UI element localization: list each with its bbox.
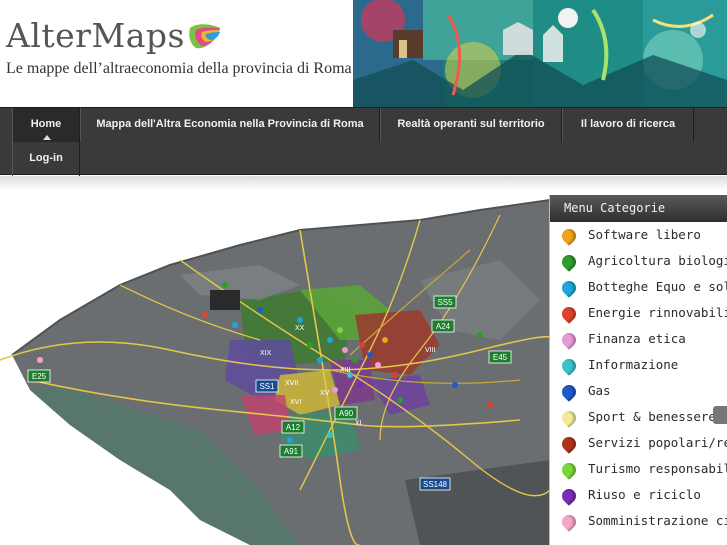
district-label: XVI (290, 399, 301, 406)
road-label: SS1 (255, 379, 279, 393)
district-label: XIX (260, 350, 272, 357)
district-label: XIII (340, 367, 351, 374)
nav-item-lavoro-ricerca[interactable]: Il lavoro di ricerca (562, 108, 694, 142)
nav-shadow (0, 176, 727, 190)
district-label: XI (355, 420, 362, 427)
nav-label: Realtà operanti sul territorio (397, 118, 545, 130)
map-pin-icon (559, 434, 579, 454)
nav-label: Il lavoro di ricerca (580, 118, 676, 130)
nav-item-mappa[interactable]: Mappa dell'Altra Economia nella Provinci… (80, 108, 380, 142)
road-label-text: SS148 (423, 480, 448, 489)
category-menu-title: Menu Categorie (550, 195, 727, 222)
category-list: Software libero Agricoltura biologic Botte… (550, 222, 727, 534)
category-item[interactable]: Finanza etica (550, 326, 727, 352)
active-indicator-icon (43, 135, 51, 140)
category-item[interactable]: Agricoltura biologic (550, 248, 727, 274)
category-label: Finanza etica (588, 331, 686, 346)
nav-item-login[interactable]: Log-in (12, 142, 80, 176)
logo-leaf-icon (189, 24, 220, 49)
nav-label: Mappa dell'Altra Economia nella Provinci… (96, 118, 364, 130)
road-label: A91 (279, 444, 303, 458)
map-pin-icon (559, 408, 579, 428)
nav-item-home[interactable]: Home (12, 108, 80, 142)
menu-scroll-handle[interactable] (713, 406, 727, 424)
map-pin-icon (559, 278, 579, 298)
main-navigation: Home Mappa dell'Altra Economia nella Pro… (0, 107, 727, 176)
category-item[interactable]: Software libero (550, 222, 727, 248)
road-label-text: E25 (32, 372, 47, 381)
category-label: Energie rinnovabili (588, 305, 727, 320)
map-pin-icon (559, 460, 579, 480)
road-label-text: E45 (493, 353, 508, 362)
map-pin-icon (559, 330, 579, 350)
map-pin-icon (559, 486, 579, 506)
category-label: Software libero (588, 227, 701, 242)
road-label-text: A12 (286, 423, 301, 432)
site-tagline: Le mappe dell’altraeconomia della provin… (6, 60, 352, 77)
nav-label: Home (30, 118, 62, 130)
category-item[interactable]: Informazione (550, 352, 727, 378)
category-item[interactable]: Servizi popolari/rea (550, 430, 727, 456)
category-label: Agricoltura biologic (588, 253, 727, 268)
district-label: VIII (425, 347, 436, 354)
category-item[interactable]: Somministrazione ci (550, 508, 727, 534)
category-label: Servizi popolari/rea (588, 435, 727, 450)
road-label-text: SS5 (437, 298, 453, 307)
category-label: Informazione (588, 357, 679, 372)
road-label: A24 (431, 319, 455, 333)
category-label: Riuso e riciclo (588, 487, 701, 502)
map-pin-icon (559, 304, 579, 324)
category-menu: Menu Categorie Software libero Agricoltur… (549, 195, 727, 545)
map-pin-icon (559, 382, 579, 402)
category-item[interactable]: Gas (550, 378, 727, 404)
province-map[interactable]: SS5 A24 E45 E25 SS1 A90 A12 A91 SS148 XX… (0, 190, 550, 545)
map-pin-icon (559, 356, 579, 376)
category-label: Turismo responsabil (588, 461, 727, 476)
road-label: E25 (27, 369, 51, 383)
category-label: Botteghe Equo e sol (588, 279, 727, 294)
road-label: SS148 (419, 477, 451, 491)
category-item[interactable]: Turismo responsabil (550, 456, 727, 482)
district-label: XX (295, 325, 305, 332)
road-label: E45 (488, 350, 512, 364)
map-pin-icon (559, 512, 579, 532)
nav-label: Log-in (29, 152, 63, 164)
road-label-text: SS1 (259, 382, 275, 391)
header-banner-image (353, 0, 727, 107)
category-label: Somministrazione ci (588, 513, 727, 528)
category-label: Sport & benessere (588, 409, 716, 424)
site-logo-text[interactable]: AlterMaps (6, 16, 185, 55)
nav-item-realta[interactable]: Realtà operanti sul territorio (380, 108, 562, 142)
road-label: A12 (281, 420, 305, 434)
road-label: A90 (334, 406, 358, 420)
road-label-text: A90 (339, 409, 354, 418)
district-label: XVII (285, 380, 298, 387)
road-label: SS5 (433, 295, 457, 309)
map-pin-icon (559, 226, 579, 246)
road-label-text: A91 (284, 447, 299, 456)
category-item[interactable]: Energie rinnovabili (550, 300, 727, 326)
site-header: AlterMaps Le mappe dell’altraeconomia de… (0, 0, 727, 107)
category-item[interactable]: Botteghe Equo e sol (550, 274, 727, 300)
category-item[interactable]: Riuso e riciclo (550, 482, 727, 508)
district-label: XV (320, 390, 330, 397)
category-item[interactable]: Sport & benessere (550, 404, 727, 430)
category-label: Gas (588, 383, 611, 398)
road-label-text: A24 (436, 322, 451, 331)
map-pin-icon (559, 252, 579, 272)
